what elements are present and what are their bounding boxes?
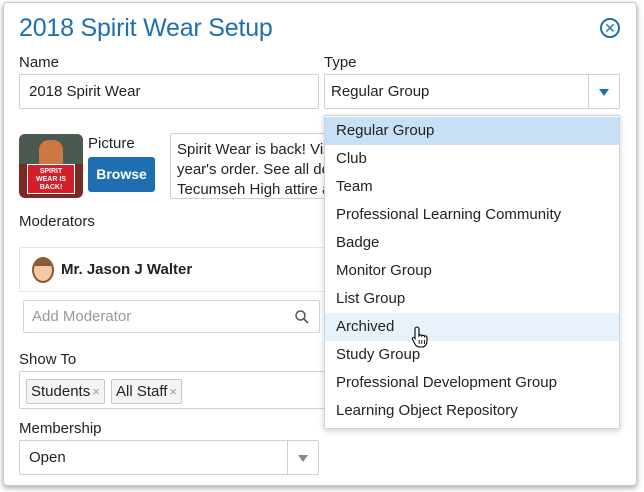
chevron-down-icon <box>599 89 609 96</box>
type-option-archived[interactable]: Archived <box>325 313 619 341</box>
description-textarea[interactable]: Spirit Wear is back! Vis year's order. S… <box>170 133 340 199</box>
name-label: Name <box>19 54 60 71</box>
membership-label: Membership <box>19 420 102 437</box>
type-dropdown-menu: Regular Group Club Team Professional Lea… <box>324 115 620 429</box>
type-option-badge[interactable]: Badge <box>325 229 619 257</box>
moderator-name: Mr. Jason J Walter <box>61 261 193 278</box>
group-setup-dialog: 2018 Spirit Wear Setup ✕ Name 2018 Spiri… <box>3 2 637 486</box>
moderator-list-item: Mr. Jason J Walter <box>19 247 339 292</box>
type-option-club[interactable]: Club <box>325 145 619 173</box>
description-line: year's order. See all des <box>177 161 338 178</box>
show-to-label: Show To <box>19 351 77 368</box>
name-input[interactable]: 2018 Spirit Wear <box>19 74 319 109</box>
remove-tag-icon[interactable]: × <box>92 384 100 399</box>
group-picture: SPIRIT WEAR IS BACK! <box>19 134 83 198</box>
search-icon <box>295 310 309 324</box>
show-to-tag: Students × <box>26 379 105 404</box>
add-moderator-input[interactable]: Add Moderator <box>23 300 320 333</box>
type-option-plc[interactable]: Professional Learning Community <box>325 201 619 229</box>
type-option-team[interactable]: Team <box>325 173 619 201</box>
chevron-down-icon <box>298 455 308 462</box>
avatar <box>32 257 54 283</box>
type-select[interactable]: Regular Group <box>324 74 620 109</box>
type-option-learning-object-repository[interactable]: Learning Object Repository <box>325 397 619 425</box>
description-line: Spirit Wear is back! Vis <box>177 141 331 158</box>
hand-pointer-cursor-icon <box>411 326 428 348</box>
type-option-regular-group[interactable]: Regular Group <box>325 117 619 145</box>
membership-select[interactable]: Open <box>19 440 319 475</box>
close-icon[interactable]: ✕ <box>600 18 620 38</box>
type-option-professional-development-group[interactable]: Professional Development Group <box>325 369 619 397</box>
type-option-study-group[interactable]: Study Group <box>325 341 619 369</box>
show-to-tag: All Staff × <box>111 379 183 404</box>
membership-select-toggle[interactable] <box>287 441 318 474</box>
membership-select-value: Open <box>29 449 66 466</box>
dialog-title: 2018 Spirit Wear Setup <box>19 14 273 42</box>
browse-button[interactable]: Browse <box>88 157 155 192</box>
picture-badge: SPIRIT WEAR IS BACK! <box>27 164 75 194</box>
add-moderator-placeholder: Add Moderator <box>32 308 132 325</box>
description-line: Tecumseh High attire a <box>177 181 331 198</box>
type-select-value: Regular Group <box>331 83 430 100</box>
type-label: Type <box>324 54 357 71</box>
picture-label: Picture <box>88 135 135 152</box>
type-option-list-group[interactable]: List Group <box>325 285 619 313</box>
remove-tag-icon[interactable]: × <box>169 384 177 399</box>
type-select-toggle[interactable] <box>588 75 619 108</box>
type-option-monitor-group[interactable]: Monitor Group <box>325 257 619 285</box>
moderators-label: Moderators <box>19 213 95 230</box>
